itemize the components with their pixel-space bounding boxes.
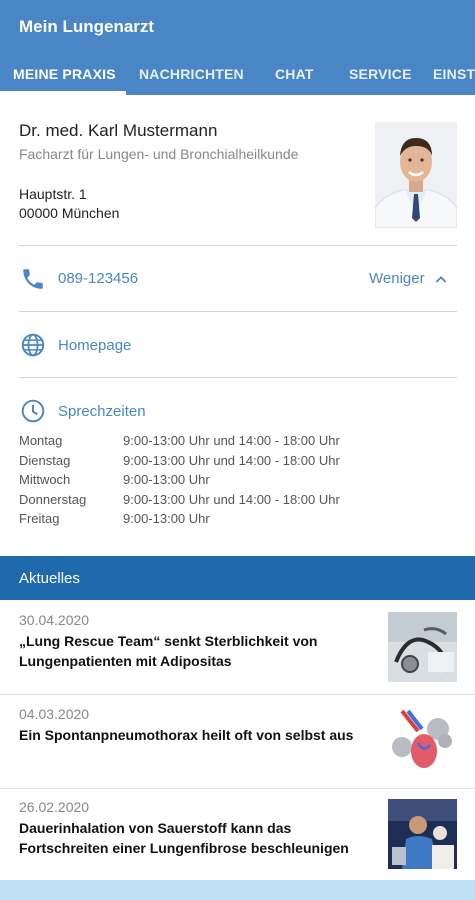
hours-time: 9:00-13:00 Uhr — [123, 511, 210, 526]
address-street: Hauptstr. 1 — [19, 186, 87, 202]
tab-indicator — [0, 91, 126, 95]
chevron-up-icon[interactable] — [433, 272, 449, 288]
doctor-photo — [375, 122, 457, 228]
phone-icon[interactable] — [20, 266, 46, 292]
news-item[interactable]: 30.04.2020 „Lung Rescue Team“ senkt Ster… — [0, 600, 475, 694]
globe-icon[interactable] — [20, 332, 46, 358]
news-title: „Lung Rescue Team“ senkt Sterblichkeit v… — [19, 633, 318, 669]
divider — [19, 377, 457, 378]
lung-illustration — [388, 707, 457, 777]
phone-number-link[interactable]: 089-123456 — [58, 270, 138, 287]
tab-meine-praxis[interactable]: MEINE PRAXIS — [13, 56, 116, 95]
tab-einstellungen[interactable]: EINST — [433, 56, 475, 95]
news-date: 30.04.2020 — [19, 612, 90, 628]
clinic-photo — [388, 799, 457, 869]
news-section-header: Aktuelles — [0, 556, 475, 600]
hours-time: 9:00-13:00 Uhr und 14:00 - 18:00 Uhr — [123, 453, 340, 468]
news-title: Dauerinhalation von Sauerstoff kann das … — [19, 820, 349, 856]
address-city: 00000 München — [19, 205, 120, 221]
homepage-link[interactable]: Homepage — [58, 337, 131, 354]
news-item[interactable]: 26.02.2020 Dauerinhalation von Sauerstof… — [0, 789, 475, 883]
news-item[interactable]: 04.03.2020 Ein Spontanpneumothorax heilt… — [0, 695, 475, 789]
tab-bar: MEINE PRAXIS NACHRICHTEN CHAT SERVICE EI… — [0, 56, 475, 95]
bottom-banner[interactable] — [0, 880, 475, 900]
news-date: 04.03.2020 — [19, 706, 90, 722]
hours-day: Mittwoch — [19, 472, 71, 487]
news-title: Ein Spontanpneumothorax heilt oft von se… — [19, 727, 354, 743]
stethoscope-image — [388, 612, 457, 682]
hours-day: Freitag — [19, 511, 60, 526]
news-date: 26.02.2020 — [19, 799, 90, 815]
tab-service[interactable]: SERVICE — [349, 56, 412, 95]
less-toggle-label[interactable]: Weniger — [369, 270, 425, 287]
hours-day: Dienstag — [19, 453, 71, 468]
hours-time: 9:00-13:00 Uhr — [123, 472, 210, 487]
tab-nachrichten[interactable]: NACHRICHTEN — [139, 56, 244, 95]
hours-time: 9:00-13:00 Uhr und 14:00 - 18:00 Uhr — [123, 433, 340, 448]
divider — [19, 245, 457, 246]
app-bar: Mein Lungenarzt MEINE PRAXIS NACHRICHTEN… — [0, 0, 475, 95]
clock-icon — [21, 399, 45, 423]
doctor-name: Dr. med. Karl Mustermann — [19, 121, 218, 140]
hours-day: Montag — [19, 433, 63, 448]
opening-hours-title: Sprechzeiten — [58, 403, 146, 420]
hours-time: 9:00-13:00 Uhr und 14:00 - 18:00 Uhr — [123, 492, 340, 507]
doctor-specialty: Facharzt für Lungen- und Bronchialheilku… — [19, 146, 299, 162]
news-section-title: Aktuelles — [19, 570, 80, 587]
tab-chat[interactable]: CHAT — [275, 56, 314, 95]
app-title: Mein Lungenarzt — [19, 17, 155, 36]
divider — [19, 311, 457, 312]
hours-day: Donnerstag — [19, 492, 87, 507]
